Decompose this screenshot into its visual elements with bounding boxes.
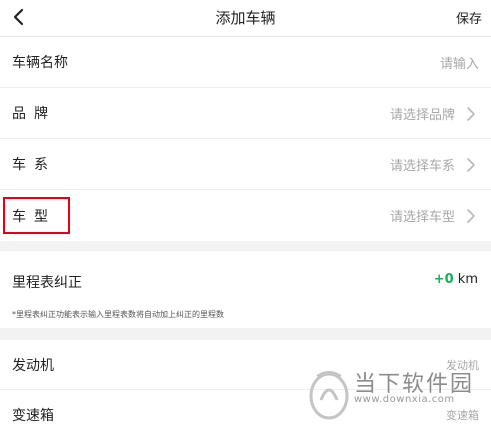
odometer-value[interactable]: +0 km: [434, 272, 478, 287]
chevron-right-icon: [467, 158, 475, 172]
vehicle-info-section: 车辆名称 请输入 品牌 请选择品牌 车系 请选择车系 车型 请选择车型: [0, 37, 491, 241]
engine-label: 发动机: [12, 357, 54, 374]
series-label: 车系: [12, 157, 56, 173]
top-nav-bar: 添加车辆 保存: [0, 0, 491, 37]
vehicle-name-input[interactable]: 请输入: [440, 53, 479, 72]
page-title: 添加车辆: [215, 9, 276, 27]
series-row[interactable]: 车系 请选择车系: [0, 139, 491, 190]
highlight-box: [3, 197, 70, 234]
chevron-right-icon: [467, 107, 475, 121]
brand-select-value[interactable]: 请选择品牌: [390, 104, 455, 123]
series-select-value[interactable]: 请选择车系: [390, 155, 455, 174]
odometer-number: +0: [433, 272, 454, 287]
watermark-logo: [309, 371, 349, 420]
save-button[interactable]: 保存: [456, 8, 482, 27]
model-select-value[interactable]: 请选择车型: [390, 206, 455, 225]
watermark: 当下软件园 www.downxia.com: [305, 360, 491, 430]
vehicle-name-row[interactable]: 车辆名称 请输入: [0, 37, 491, 88]
transmission-label: 变速箱: [12, 408, 54, 424]
vehicle-name-label: 车辆名称: [12, 55, 68, 71]
odometer-note: *里程表纠正功能表示输入里程表数将自动加上纠正的里程数: [12, 310, 224, 319]
odometer-section[interactable]: 里程表纠正 +0 km *里程表纠正功能表示输入里程表数将自动加上纠正的里程数: [0, 251, 491, 328]
watermark-site: www.downxia.com: [354, 394, 455, 405]
brand-label: 品牌: [12, 106, 56, 122]
odometer-unit: km: [457, 272, 478, 287]
model-row[interactable]: 车型 请选择车型: [0, 190, 491, 241]
brand-row[interactable]: 品牌 请选择品牌: [0, 88, 491, 139]
odometer-label: 里程表纠正: [12, 275, 82, 291]
chevron-right-icon: [467, 209, 475, 223]
